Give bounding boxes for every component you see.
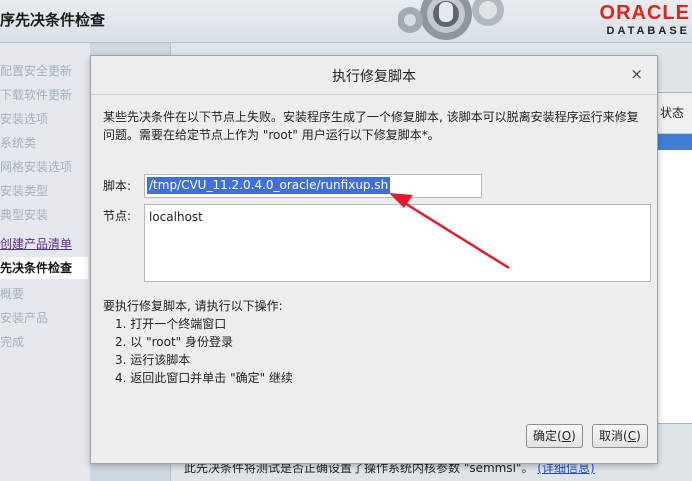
sidebar-item-finish: 完成 [0, 335, 25, 349]
sidebar-item-install-product: 安装产品 [0, 311, 49, 325]
cancel-button-label: 取消 [599, 429, 624, 443]
oracle-logo: ORACLE DATABASE [600, 2, 690, 38]
close-icon[interactable]: × [630, 65, 643, 83]
script-label: 脚本: [103, 179, 132, 193]
oracle-logo-sub: DATABASE [606, 25, 690, 37]
instructions: 要执行修复脚本, 请执行以下操作: 1. 打开一个终端窗口 2. 以 "root… [103, 297, 293, 387]
column-header-status[interactable]: 状态 [658, 93, 692, 134]
sidebar-item-security-updates: 配置安全更新 [0, 64, 73, 78]
dialog-titlebar: 执行修复脚本 × [91, 56, 657, 95]
instruction-step: 3. 运行该脚本 [115, 353, 191, 367]
sidebar-item-summary: 概要 [0, 287, 25, 301]
ok-button[interactable]: 确定(O) [526, 424, 583, 448]
cancel-mnemonic: C [627, 429, 637, 443]
sidebar-item-create-inventory[interactable]: 创建产品清单 [0, 233, 72, 255]
ok-mnemonic: O [561, 429, 572, 443]
dialog-title: 执行修复脚本 [332, 69, 416, 85]
ok-button-label: 确定 [533, 429, 558, 443]
sidebar-item-system-class: 系统类 [0, 136, 37, 150]
cancel-button[interactable]: 取消(C) [592, 424, 648, 448]
oracle-logo-word: ORACLE [599, 2, 690, 24]
sidebar-item-prereq-checks[interactable]: 先决条件检查 [0, 257, 88, 279]
script-path-field[interactable]: /tmp/CVU_11.2.0.4.0_oracle/runfixup.sh [144, 174, 482, 198]
sidebar-item-download-updates: 下载软件更新 [0, 88, 73, 102]
fixup-script-dialog: 执行修复脚本 × 某些先决条件在以下节点上失败。安装程序生成了一个修复脚本, 该… [90, 55, 658, 464]
window-header: 序先决条件检查 ORACLE DATABASE [0, 0, 692, 43]
sidebar-item-typical-install: 典型安装 [0, 208, 49, 222]
nodes-value: localhost [149, 210, 203, 224]
dialog-message: 某些先决条件在以下节点上失败。安装程序生成了一个修复脚本, 该脚本可以脱离安装程… [103, 110, 639, 142]
instruction-step: 1. 打开一个终端窗口 [115, 317, 227, 331]
selected-row[interactable] [658, 134, 692, 150]
instructions-title: 要执行修复脚本, 请执行以下操作: [103, 299, 283, 313]
nodes-textarea[interactable]: localhost [144, 204, 651, 282]
page-title: 序先决条件检查 [0, 11, 106, 29]
results-table[interactable]: 状态 [657, 92, 692, 424]
sidebar-item-install-type: 安装类型 [0, 184, 49, 198]
sidebar-item-grid-options: 网格安装选项 [0, 160, 73, 174]
instruction-step: 4. 返回此窗口并单击 "确定" 继续 [115, 371, 293, 385]
script-path-text[interactable]: /tmp/CVU_11.2.0.4.0_oracle/runfixup.sh [147, 177, 391, 194]
sidebar-item-install-options: 安装选项 [0, 112, 49, 126]
gear-graphic-icon [398, 0, 504, 40]
instruction-step: 2. 以 "root" 身份登录 [115, 335, 233, 349]
nodes-label: 节点: [103, 209, 132, 223]
step-sidebar: 配置安全更新 下载软件更新 安装选项 系统类 网格安装选项 安装类型 典型安装 … [0, 43, 90, 481]
